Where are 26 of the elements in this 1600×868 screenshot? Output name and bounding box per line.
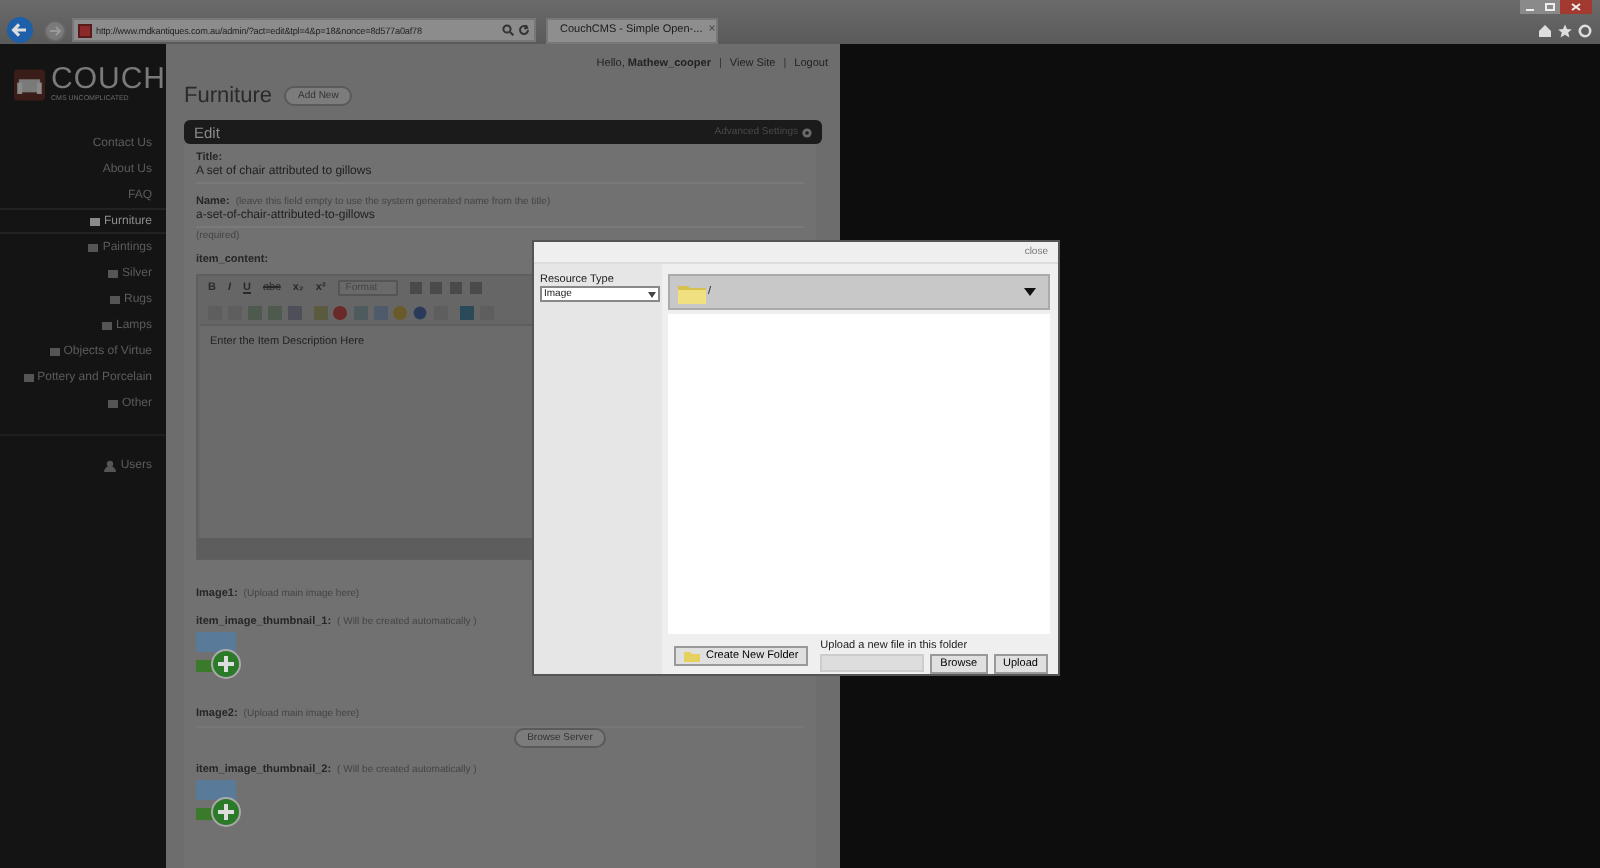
logo-text: COUCH: [51, 66, 166, 94]
page-icon: [78, 23, 92, 37]
forward-arrow-icon[interactable]: [44, 19, 66, 41]
image-add-icon[interactable]: [196, 632, 244, 680]
couch-logo-icon: [14, 65, 45, 103]
folder-icon: [88, 243, 99, 251]
folder-icon: [107, 269, 118, 277]
search-icon[interactable]: [502, 24, 514, 36]
folder-icon: [684, 650, 700, 662]
folder-icon: [49, 347, 60, 355]
page-title: Furniture: [184, 84, 273, 108]
window-controls-drawing[interactable]: [1520, 0, 1592, 16]
folder-icon: [23, 373, 34, 381]
home-icon[interactable]: [1538, 23, 1552, 37]
caret-icon: [648, 291, 656, 297]
folder-icon: [89, 217, 100, 225]
user-icon: [104, 459, 117, 471]
star-icon[interactable]: [1558, 23, 1572, 37]
file-input-field[interactable]: [820, 654, 925, 672]
folder-icon: [678, 281, 706, 303]
refresh-icon[interactable]: [518, 24, 530, 36]
image-add-icon[interactable]: [196, 780, 244, 828]
folder-icon: [109, 295, 120, 303]
folder-icon: [101, 321, 112, 329]
caret-icon[interactable]: [1024, 288, 1036, 296]
folder-icon: [107, 399, 118, 407]
